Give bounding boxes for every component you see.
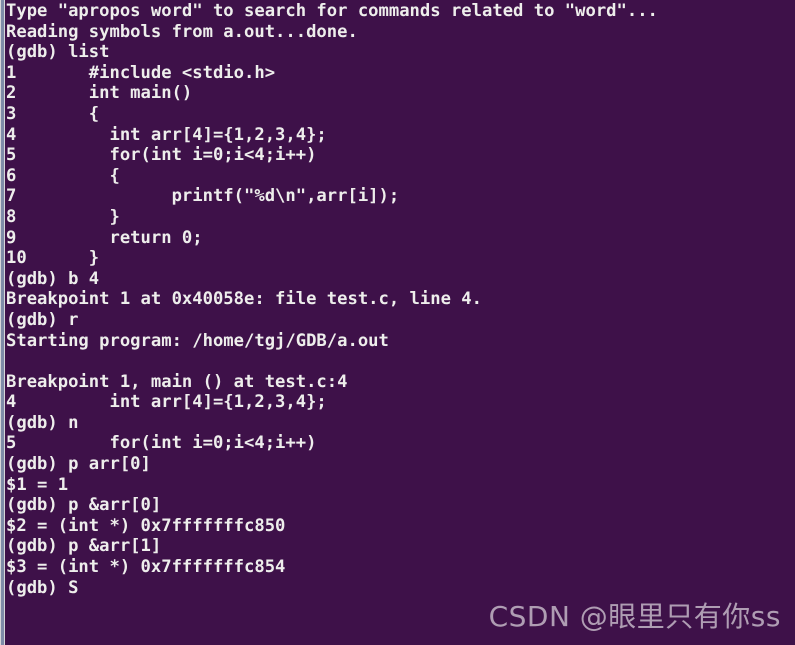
- terminal-line: (gdb) list: [6, 42, 110, 63]
- terminal-line: Breakpoint 1 at 0x40058e: file test.c, l…: [6, 289, 482, 310]
- terminal-line: 6 {: [6, 165, 120, 186]
- terminal-line: $2 = (int *) 0x7fffffffc850: [6, 515, 286, 536]
- terminal-line: 5 for(int i=0;i<4;i++): [6, 145, 317, 166]
- terminal-line: 8 }: [6, 206, 120, 227]
- terminal-line: (gdb) b 4: [6, 268, 100, 289]
- csdn-watermark: CSDN @眼里只有你ss: [488, 600, 781, 633]
- terminal-line: 1 #include <stdio.h>: [6, 62, 276, 83]
- terminal-line: 7 printf("%d\n",arr[i]);: [6, 186, 400, 207]
- terminal-line: (gdb) p arr[0]: [6, 454, 151, 475]
- terminal-line: Starting program: /home/tgj/GDB/a.out: [6, 330, 389, 351]
- terminal-line: 5 for(int i=0;i<4;i++): [6, 433, 317, 454]
- terminal-output-area[interactable]: Type "apropos word" to search for comman…: [5, 0, 795, 645]
- terminal-line: (gdb) p &arr[1]: [6, 536, 162, 557]
- terminal-line: (gdb) p &arr[0]: [6, 495, 162, 516]
- terminal-line: $1 = 1: [6, 474, 69, 495]
- scrollbar-thumb[interactable]: [1, 0, 4, 645]
- terminal-line: Breakpoint 1, main () at test.c:4: [6, 371, 348, 392]
- terminal-line: 9 return 0;: [6, 227, 203, 248]
- terminal-line: (gdb) n: [6, 412, 79, 433]
- terminal-line: 3 {: [6, 103, 100, 124]
- terminal-window[interactable]: Type "apropos word" to search for comman…: [0, 0, 795, 645]
- terminal-line: (gdb) r: [6, 309, 79, 330]
- terminal-line: Reading symbols from a.out...done.: [6, 21, 358, 42]
- terminal-line: 4 int arr[4]={1,2,3,4};: [6, 124, 327, 145]
- terminal-line: 10 }: [6, 248, 100, 269]
- terminal-line: $3 = (int *) 0x7fffffffc854: [6, 557, 286, 578]
- terminal-line: 2 int main(): [6, 83, 193, 104]
- terminal-line: 4 int arr[4]={1,2,3,4};: [6, 392, 327, 413]
- terminal-line: Type "apropos word" to search for comman…: [6, 1, 658, 21]
